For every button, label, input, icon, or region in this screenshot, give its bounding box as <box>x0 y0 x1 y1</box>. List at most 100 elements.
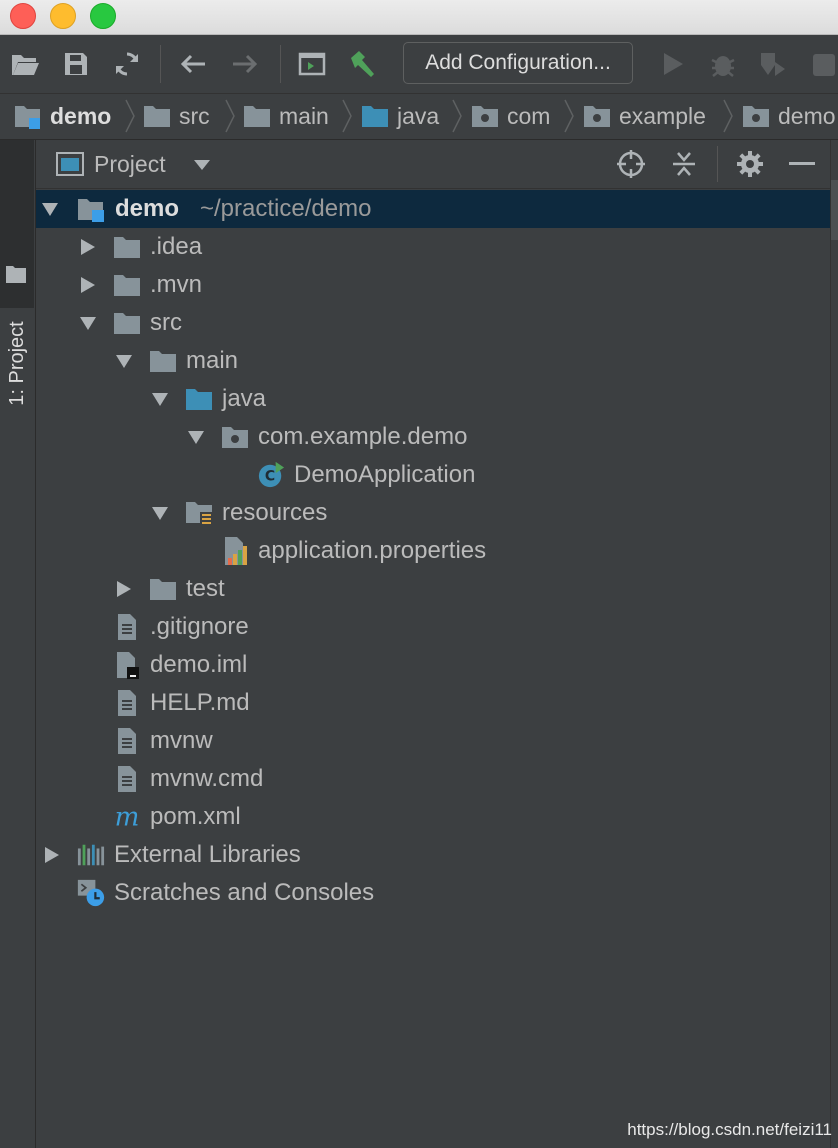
tree-label-demo-root: demo <box>115 195 180 222</box>
tree-row-demo-application[interactable]: C DemoApplication <box>36 456 830 494</box>
tree-label-pom-xml: pom.xml <box>150 803 241 830</box>
terminal-window-icon <box>298 52 326 76</box>
expanded-arrow-icon[interactable] <box>115 352 133 370</box>
locate-file-icon[interactable] <box>616 149 646 179</box>
tree-label-external-libraries: External Libraries <box>114 841 301 868</box>
main-toolbar: Add Configuration... <box>0 35 838 94</box>
tree-label-test: test <box>186 575 225 602</box>
coverage-button[interactable] <box>756 47 790 81</box>
tree-label-gitignore: .gitignore <box>150 613 249 640</box>
tree-row-demo-root[interactable]: demo ~/practice/demo <box>36 190 830 228</box>
tree-row-package[interactable]: com.example.demo <box>36 418 830 456</box>
tree-row-external-libraries[interactable]: External Libraries <box>36 836 830 874</box>
tree-label-mvnw-cmd: mvnw.cmd <box>150 765 264 792</box>
expanded-arrow-icon[interactable] <box>187 428 205 446</box>
watermark-text: https://blog.csdn.net/feizi11 <box>627 1120 832 1139</box>
close-window-button[interactable] <box>10 3 36 29</box>
breadcrumb-item-main[interactable]: main <box>243 100 329 132</box>
text-file-icon <box>118 690 136 716</box>
folder-icon <box>144 106 170 127</box>
resources-folder-icon <box>186 502 212 526</box>
run-window-button[interactable] <box>295 47 329 81</box>
breadcrumb-item-example[interactable]: example <box>583 100 706 132</box>
tree-row-idea[interactable]: .idea <box>36 228 830 266</box>
collapsed-arrow-icon[interactable] <box>79 276 97 294</box>
sync-icon <box>116 52 138 76</box>
play-icon <box>664 53 683 75</box>
save-button[interactable] <box>59 47 93 81</box>
run-button[interactable] <box>656 47 690 81</box>
tree-row-help-md[interactable]: HELP.md <box>36 684 830 722</box>
shield-run-icon <box>761 53 785 76</box>
tree-row-pom-xml[interactable]: m pom.xml <box>36 798 830 836</box>
window-title-bar <box>0 0 838 35</box>
tree-row-application-properties[interactable]: application.properties <box>36 532 830 570</box>
svg-text:C: C <box>265 469 275 485</box>
tree-label-demo-application: DemoApplication <box>294 461 476 488</box>
tree-label-mvnw: mvnw <box>150 727 213 754</box>
maven-icon: m <box>115 803 140 831</box>
chevron-down-icon[interactable] <box>193 159 211 171</box>
tree-row-gitignore[interactable]: .gitignore <box>36 608 830 646</box>
expanded-arrow-icon[interactable] <box>41 200 59 218</box>
tree-row-mvnw-cmd[interactable]: mvnw.cmd <box>36 760 830 798</box>
library-icon <box>77 844 105 866</box>
tree-row-mvnw[interactable]: mvnw <box>36 722 830 760</box>
tree-row-resources[interactable]: resources <box>36 494 830 532</box>
project-tool-tab[interactable]: 1: Project <box>0 140 34 406</box>
forward-button[interactable] <box>228 47 262 81</box>
maximize-window-button[interactable] <box>90 3 116 29</box>
folder-icon <box>6 266 26 283</box>
breadcrumb-item-com[interactable]: com <box>471 100 550 132</box>
project-view-title[interactable]: Project <box>94 151 166 178</box>
open-folder-button[interactable] <box>8 47 42 81</box>
tree-scrollbar-track <box>830 140 838 1148</box>
hammer-icon <box>351 51 374 77</box>
debug-button[interactable] <box>706 47 740 81</box>
sync-button[interactable] <box>110 47 144 81</box>
tree-row-src[interactable]: src <box>36 304 830 342</box>
package-icon <box>472 106 498 127</box>
tree-row-mvn[interactable]: .mvn <box>36 266 830 304</box>
breadcrumb-item-demo-package[interactable]: demo <box>742 100 836 132</box>
project-view-icon <box>56 152 84 176</box>
package-icon <box>222 427 248 448</box>
expanded-arrow-icon[interactable] <box>151 390 169 408</box>
collapsed-arrow-icon[interactable] <box>43 846 61 864</box>
breadcrumb-item-src[interactable]: src <box>143 100 210 132</box>
tree-label-demo-iml: demo.iml <box>150 651 248 678</box>
breadcrumb-item-demo[interactable]: demo <box>14 100 111 132</box>
folder-icon <box>114 275 140 296</box>
tree-label-main: main <box>186 347 239 374</box>
tree-label-idea: .idea <box>150 233 203 260</box>
tree-row-test[interactable]: test <box>36 570 830 608</box>
spring-boot-class-icon: C <box>258 461 285 488</box>
tree-scrollbar-thumb[interactable] <box>831 180 838 240</box>
collapsed-arrow-icon[interactable] <box>115 580 133 598</box>
tree-label-src: src <box>150 309 182 336</box>
tree-row-scratches[interactable]: Scratches and Consoles <box>36 874 830 912</box>
collapse-all-icon[interactable] <box>670 150 698 178</box>
tree-row-main[interactable]: main <box>36 342 830 380</box>
scratches-icon <box>77 879 105 907</box>
tree-row-demo-iml[interactable]: demo.iml <box>36 646 830 684</box>
build-button[interactable] <box>345 47 379 81</box>
project-tool-tab-label: 1: Project <box>6 321 28 406</box>
add-configuration-button[interactable]: Add Configuration... <box>403 42 633 84</box>
minimize-panel-icon[interactable] <box>789 162 815 166</box>
project-tree: demo ~/practice/demo .idea .mvn src main… <box>36 189 830 1148</box>
tree-root-path: ~/practice/demo <box>200 195 372 222</box>
breadcrumb: demo src main java com example demo <box>0 94 838 140</box>
svg-text:m: m <box>115 803 140 831</box>
tree-row-java[interactable]: java <box>36 380 830 418</box>
back-button[interactable] <box>176 47 210 81</box>
gear-icon[interactable] <box>735 149 765 179</box>
tree-label-java: java <box>222 385 267 412</box>
breadcrumb-item-java[interactable]: java <box>361 100 439 132</box>
expanded-arrow-icon[interactable] <box>151 504 169 522</box>
profile-button[interactable] <box>806 47 838 81</box>
collapsed-arrow-icon[interactable] <box>79 238 97 256</box>
minimize-window-button[interactable] <box>50 3 76 29</box>
expanded-arrow-icon[interactable] <box>79 314 97 332</box>
module-folder-icon <box>15 106 40 129</box>
